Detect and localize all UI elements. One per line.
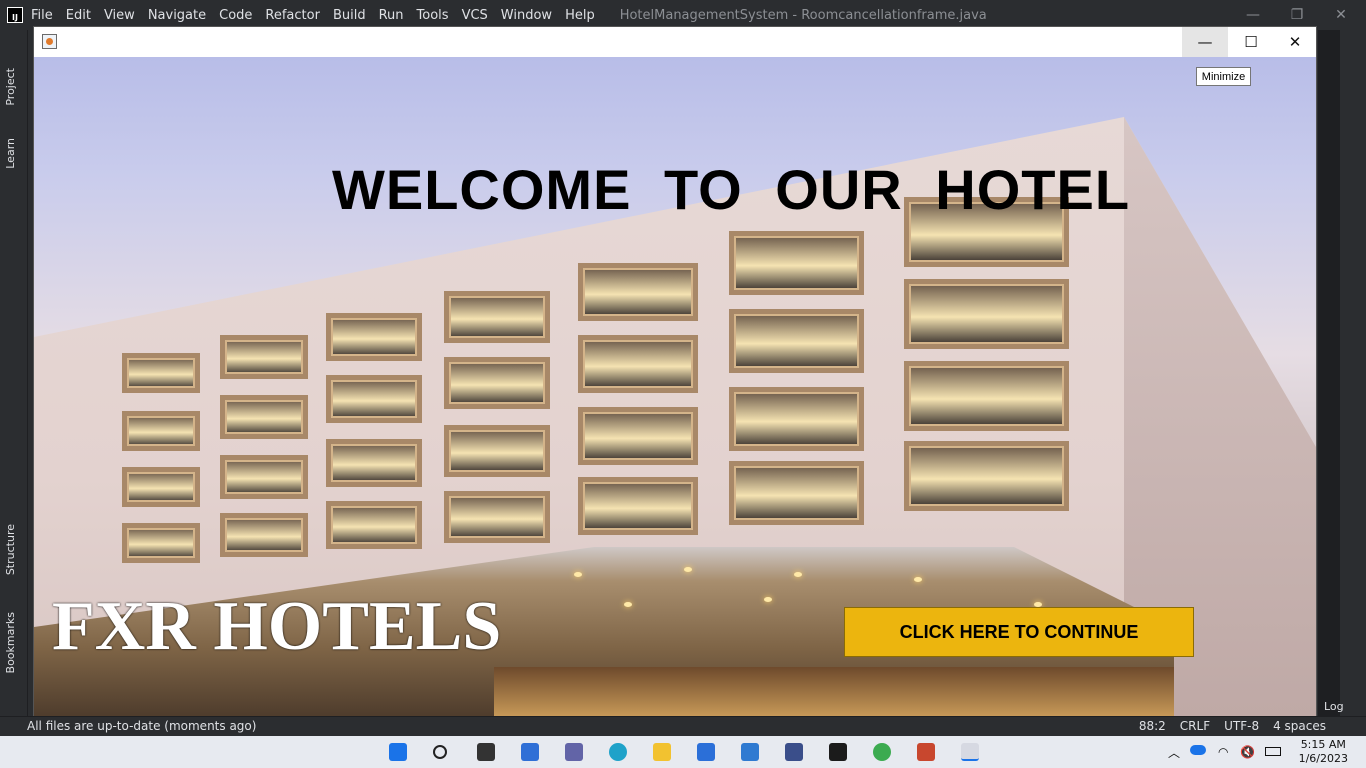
canopy-light — [794, 572, 802, 577]
building-window — [904, 361, 1069, 431]
building-window — [729, 309, 864, 373]
app-icon[interactable] — [785, 743, 803, 761]
minimize-button[interactable]: — — [1182, 27, 1228, 57]
intellij-icon[interactable] — [829, 743, 847, 761]
building-window — [578, 477, 698, 535]
canopy-light — [764, 597, 772, 602]
menu-help[interactable]: Help — [565, 8, 595, 23]
clock[interactable]: 5:15 AM 1/6/2023 — [1299, 738, 1348, 766]
building-window — [220, 395, 308, 439]
java-app-icon — [42, 34, 57, 49]
menu-tools[interactable]: Tools — [417, 8, 449, 23]
wifi-icon[interactable]: ◠ — [1218, 745, 1228, 759]
tab-bookmarks[interactable]: Bookmarks — [4, 612, 17, 673]
ide-editor-gutter — [1318, 30, 1340, 716]
close-button[interactable]: ✕ — [1272, 27, 1318, 57]
building-window — [326, 375, 422, 423]
edge-icon[interactable] — [609, 743, 627, 761]
menu-file[interactable]: File — [31, 8, 53, 23]
building-window — [444, 357, 550, 409]
minimize-tooltip: Minimize — [1196, 67, 1251, 86]
folder-icon[interactable] — [653, 743, 671, 761]
building-window — [122, 523, 200, 563]
canopy-light — [684, 567, 692, 572]
building-window — [220, 335, 308, 379]
building-window — [444, 425, 550, 477]
ide-close-button[interactable]: ✕ — [1318, 0, 1364, 30]
building-window — [326, 501, 422, 549]
building-window — [444, 291, 550, 343]
tab-log[interactable]: Log — [1324, 700, 1344, 713]
building-window — [220, 513, 308, 557]
building-window — [122, 467, 200, 507]
menu-code[interactable]: Code — [219, 8, 252, 23]
tab-project[interactable]: Project — [4, 68, 17, 106]
clock-date: 1/6/2023 — [1298, 752, 1348, 765]
building-window — [326, 313, 422, 361]
status-message: All files are up-to-date (moments ago) — [27, 719, 257, 733]
intellij-logo-icon: IJ — [7, 7, 23, 23]
hotel-brand-name: FXR HOTELS — [52, 588, 502, 665]
building-window — [904, 279, 1069, 349]
battery-icon[interactable] — [1265, 747, 1281, 756]
welcome-heading: WELCOME TO OUR HOTEL — [332, 158, 1131, 221]
menu-navigate[interactable]: Navigate — [148, 8, 206, 23]
menu-run[interactable]: Run — [379, 8, 404, 23]
building-window — [904, 441, 1069, 511]
app-icon[interactable] — [917, 743, 935, 761]
building-window — [220, 455, 308, 499]
line-separator[interactable]: CRLF — [1180, 719, 1210, 733]
menu-view[interactable]: View — [104, 8, 135, 23]
menu-vcs[interactable]: VCS — [462, 8, 488, 23]
speaker-muted-icon[interactable]: 🔇 — [1240, 745, 1255, 759]
menu-build[interactable]: Build — [333, 8, 366, 23]
ide-file-title: HotelManagementSystem - Roomcancellation… — [619, 7, 987, 23]
onedrive-icon[interactable] — [1190, 745, 1206, 755]
building-window — [578, 263, 698, 321]
building-window — [729, 231, 864, 295]
file-encoding[interactable]: UTF-8 — [1224, 719, 1259, 733]
windows-start-icon[interactable] — [389, 743, 407, 761]
search-icon[interactable] — [433, 745, 447, 759]
hotel-background-image: WELCOME TO OUR HOTEL FXR HOTELS CLICK HE… — [34, 57, 1316, 717]
maximize-button[interactable]: ☐ — [1228, 27, 1274, 57]
building-window — [122, 353, 200, 393]
menu-edit[interactable]: Edit — [66, 8, 91, 23]
menu-refactor[interactable]: Refactor — [265, 8, 320, 23]
building-window — [444, 491, 550, 543]
tab-learn[interactable]: Learn — [4, 138, 17, 169]
tab-structure[interactable]: Structure — [4, 524, 17, 575]
building-window — [578, 335, 698, 393]
widgets-icon[interactable] — [521, 743, 539, 761]
canopy-light — [914, 577, 922, 582]
indent-setting[interactable]: 4 spaces — [1273, 719, 1326, 733]
hotel-lobby — [494, 667, 1174, 717]
cursor-position[interactable]: 88:2 — [1139, 719, 1166, 733]
building-window — [729, 387, 864, 451]
building-window — [122, 411, 200, 451]
store-icon[interactable] — [741, 743, 759, 761]
hotel-welcome-window: — ☐ ✕ WELCOME TO OUR HOTEL FXR HOTELS CL… — [33, 26, 1317, 717]
task-view-icon[interactable] — [477, 743, 495, 761]
ide-left-toolstrip: Project Learn Structure Bookmarks — [0, 30, 28, 716]
window-title-bar: — ☐ ✕ — [34, 27, 1316, 57]
canopy-light — [624, 602, 632, 607]
chrome-icon[interactable] — [873, 743, 891, 761]
clock-time: 5:15 AM — [1300, 738, 1346, 751]
chevron-up-icon[interactable]: ︿ — [1168, 744, 1180, 761]
continue-button[interactable]: CLICK HERE TO CONTINUE — [844, 607, 1194, 657]
java-icon[interactable] — [961, 743, 979, 761]
building-window — [729, 461, 864, 525]
mail-icon[interactable] — [697, 743, 715, 761]
building-window — [578, 407, 698, 465]
windows-taskbar: ︿ ◠ 🔇 5:15 AM 1/6/2023 — [0, 736, 1366, 768]
teams-chat-icon[interactable] — [565, 743, 583, 761]
canopy-light — [574, 572, 582, 577]
ide-right-toolstrip: Log — [1318, 30, 1366, 716]
menu-window[interactable]: Window — [501, 8, 552, 23]
ide-status-bar: All files are up-to-date (moments ago) 8… — [0, 716, 1366, 736]
building-window — [326, 439, 422, 487]
